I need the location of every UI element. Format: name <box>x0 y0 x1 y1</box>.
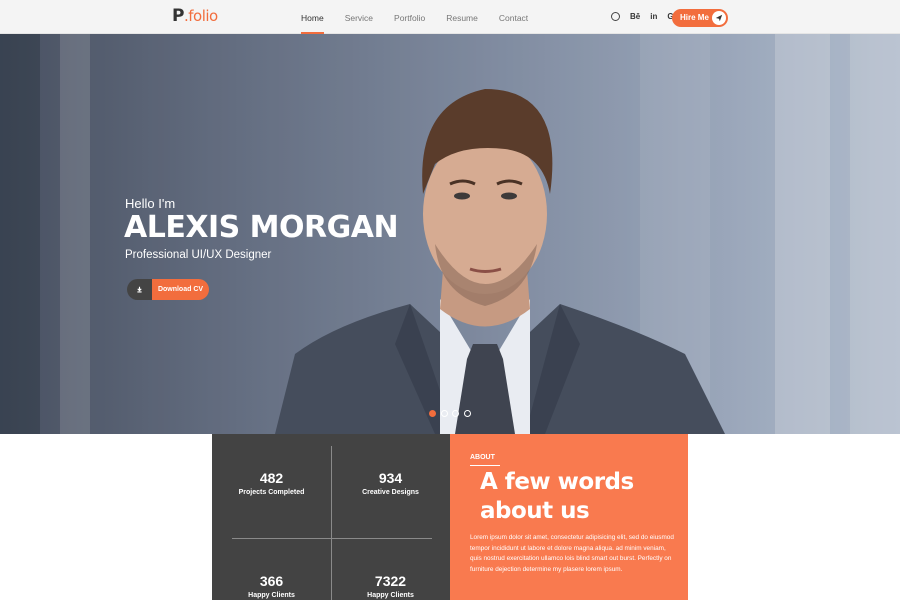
nav-item-home[interactable]: Home <box>301 0 324 34</box>
linkedin-icon[interactable]: in <box>650 12 657 21</box>
stat-projects-completed: 482 Projects Completed <box>212 470 331 496</box>
stat-label: Happy Clients <box>248 592 295 599</box>
about-heading: A few words about us <box>480 468 634 526</box>
stat-value: 7322 <box>374 573 407 589</box>
hero-role: Professional UI/UX Designer <box>125 249 272 261</box>
stat-happy-clients: 366 Happy Clients <box>212 573 331 599</box>
nav-item-resume[interactable]: Resume <box>446 0 478 34</box>
about-tag: ABOUT <box>470 454 495 461</box>
nav-menu: Home Service Portfolio Resume Contact <box>301 0 549 34</box>
about-heading-line-1: A few words <box>480 469 634 495</box>
about-panel: ABOUT A few words about us Lorem ipsum d… <box>450 434 688 600</box>
slider-dot-4[interactable] <box>463 410 471 417</box>
divider-horizontal <box>232 538 432 539</box>
download-cv-label: Download CV <box>152 279 209 300</box>
slider-dot-1[interactable] <box>429 410 436 417</box>
paper-plane-icon <box>712 11 726 25</box>
stat-value: 366 <box>259 573 284 589</box>
stat-value: 482 <box>259 470 284 486</box>
download-icon <box>127 279 152 300</box>
download-cv-button[interactable]: Download CV <box>127 279 209 300</box>
dribbble-icon[interactable] <box>611 12 620 21</box>
hire-me-label: Hire Me <box>680 13 709 22</box>
about-body: Lorem ipsum dolor sit amet, consectetur … <box>470 534 674 573</box>
navbar: P.folio Home Service Portfolio Resume Co… <box>0 0 900 34</box>
about-tag-underline <box>470 465 500 466</box>
slider-dots <box>429 410 475 417</box>
nav-item-portfolio[interactable]: Portfolio <box>394 0 425 34</box>
stat-creative-designs: 934 Creative Designs <box>331 470 450 496</box>
stat-label: Creative Designs <box>362 489 419 496</box>
hero-greeting: Hello I'm <box>125 196 176 211</box>
slider-dot-3[interactable] <box>452 410 459 417</box>
stat-happy-clients-2: 7322 Happy Clients <box>331 573 450 599</box>
hero-name: ALEXIS MORGAN <box>124 210 399 245</box>
hero-section: Hello I'm ALEXIS MORGAN Professional UI/… <box>0 34 900 434</box>
stats-panel: 482 Projects Completed 934 Creative Desi… <box>212 434 450 600</box>
logo[interactable]: P.folio <box>172 6 218 26</box>
about-heading-line-2: about us <box>480 498 590 524</box>
stat-value: 934 <box>378 470 403 486</box>
stat-label: Happy Clients <box>367 592 414 599</box>
nav-item-service[interactable]: Service <box>345 0 373 34</box>
stat-label: Projects Completed <box>238 489 305 496</box>
slider-dot-2[interactable] <box>440 410 448 417</box>
nav-item-contact[interactable]: Contact <box>499 0 528 34</box>
hire-me-button[interactable]: Hire Me <box>672 9 728 27</box>
behance-icon[interactable]: Bē <box>630 12 640 21</box>
